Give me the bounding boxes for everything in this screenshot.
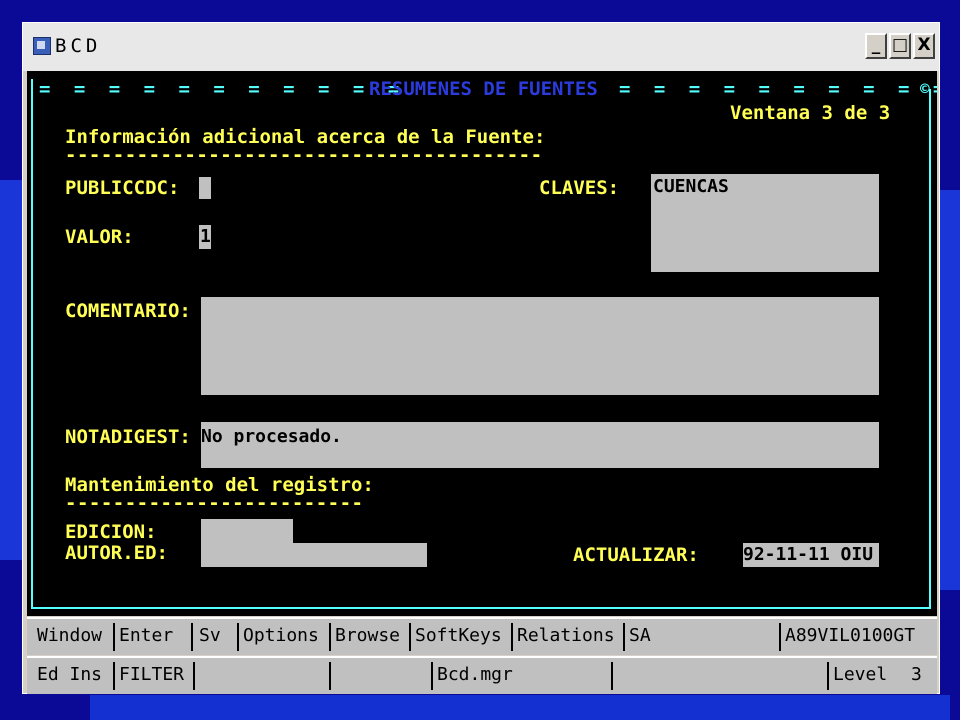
section-rule: ------------------------- [65, 492, 364, 514]
menu-sv[interactable]: Sv [199, 619, 221, 655]
slide-decoration [940, 190, 960, 590]
corner-mark: © [920, 79, 930, 98]
separator [191, 623, 193, 651]
claves-field[interactable]: CUENCAS [651, 174, 879, 272]
filter-indicator[interactable]: FILTER [119, 658, 184, 694]
publiccdc-label: PUBLICCDC: [65, 177, 180, 199]
separator [113, 623, 115, 651]
menu-enter[interactable]: Enter [119, 619, 173, 655]
app-icon[interactable] [33, 37, 51, 55]
comentario-label: COMENTARIO: [65, 300, 191, 322]
title-bar[interactable]: BCD _ □ X [23, 23, 939, 71]
section-rule: ---------------------------------------- [65, 144, 543, 166]
separator [431, 662, 433, 690]
file-name: Bcd.mgr [437, 664, 513, 685]
publiccdc-field[interactable] [199, 177, 211, 199]
maximize-button[interactable]: □ [889, 33, 911, 59]
level-value: 3 [911, 664, 922, 685]
menu-softkeys[interactable]: SoftKeys [415, 619, 502, 655]
slide-decoration [90, 695, 950, 720]
autor-label: AUTOR.ED: [65, 542, 168, 564]
menu-options[interactable]: Options [243, 619, 319, 655]
notadigest-field[interactable]: No procesado. [201, 422, 879, 468]
separator [409, 623, 411, 651]
separator [779, 623, 781, 651]
close-button[interactable]: X [913, 33, 935, 59]
minimize-button[interactable]: _ [865, 33, 887, 59]
screen-title: RESUMENES DE FUENTES [369, 78, 598, 100]
system-code: A89VIL0100GT [785, 625, 916, 646]
header-dashes-left: = = = = = = = = = = = [39, 78, 406, 100]
edicion-field[interactable] [201, 519, 293, 543]
separator [329, 623, 331, 651]
separator [611, 662, 613, 690]
comentario-field[interactable] [201, 297, 879, 395]
separator [623, 623, 625, 651]
separator [193, 662, 195, 690]
menu-sa[interactable]: SA [629, 619, 651, 655]
status-bar: Ed Ins FILTER Bcd.mgr Level 3 [27, 656, 937, 694]
frame-right [929, 89, 931, 609]
valor-label: VALOR: [65, 226, 134, 248]
terminal-screen[interactable]: = = = = = = = = = = = RESUMENES DE FUENT… [27, 71, 937, 616]
menu-window[interactable]: Window [37, 619, 102, 655]
header-dashes-right: = = = = = = = = = = [619, 78, 937, 100]
menu-browse[interactable]: Browse [335, 619, 400, 655]
window-title: BCD [55, 35, 102, 57]
edicion-label: EDICION: [65, 521, 157, 543]
frame-left [31, 79, 33, 609]
separator [511, 623, 513, 651]
claves-label: CLAVES: [539, 177, 620, 199]
autor-field[interactable] [201, 543, 427, 567]
level-label: Level [833, 664, 888, 685]
page-indicator: Ventana 3 de 3 [730, 102, 891, 124]
frame-bottom [31, 607, 931, 609]
actualizar-label: ACTUALIZAR: [573, 544, 699, 566]
notadigest-label: NOTADIGEST: [65, 426, 191, 448]
separator [827, 662, 829, 690]
edit-mode: Ed Ins [37, 664, 103, 685]
separator [237, 623, 239, 651]
actualizar-field[interactable]: 92-11-11 OIU [743, 543, 879, 567]
separator [113, 662, 115, 690]
separator [329, 662, 331, 690]
command-menubar: Window Enter Sv Options Browse SoftKeys … [27, 617, 937, 655]
menu-relations[interactable]: Relations [517, 619, 615, 655]
valor-field[interactable]: 1 [199, 225, 211, 249]
bcd-window: BCD _ □ X = = = = = = = = = = = RESUMENE… [22, 22, 940, 694]
